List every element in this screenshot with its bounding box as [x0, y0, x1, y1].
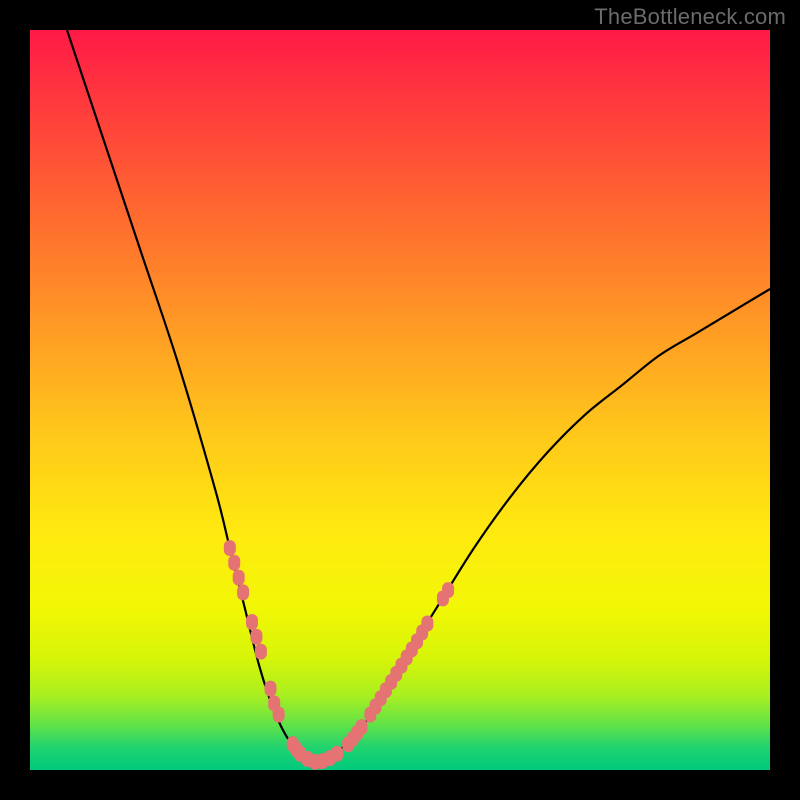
- curve-marker: [273, 707, 285, 723]
- watermark-text: TheBottleneck.com: [594, 4, 786, 30]
- curve-marker: [255, 644, 267, 660]
- bottleneck-curve: [67, 30, 770, 763]
- curve-marker: [356, 719, 368, 735]
- curve-marker: [421, 615, 433, 631]
- curve-marker: [246, 614, 258, 630]
- plot-area: [30, 30, 770, 770]
- curve-marker: [233, 570, 245, 586]
- curve-marker: [265, 681, 277, 697]
- curve-svg: [30, 30, 770, 770]
- curve-marker: [250, 629, 262, 645]
- curve-marker: [442, 582, 454, 598]
- chart-frame: TheBottleneck.com: [0, 0, 800, 800]
- curve-marker: [224, 540, 236, 556]
- curve-markers: [224, 540, 454, 770]
- curve-marker: [237, 584, 249, 600]
- curve-marker: [228, 555, 240, 571]
- curve-marker: [331, 746, 343, 762]
